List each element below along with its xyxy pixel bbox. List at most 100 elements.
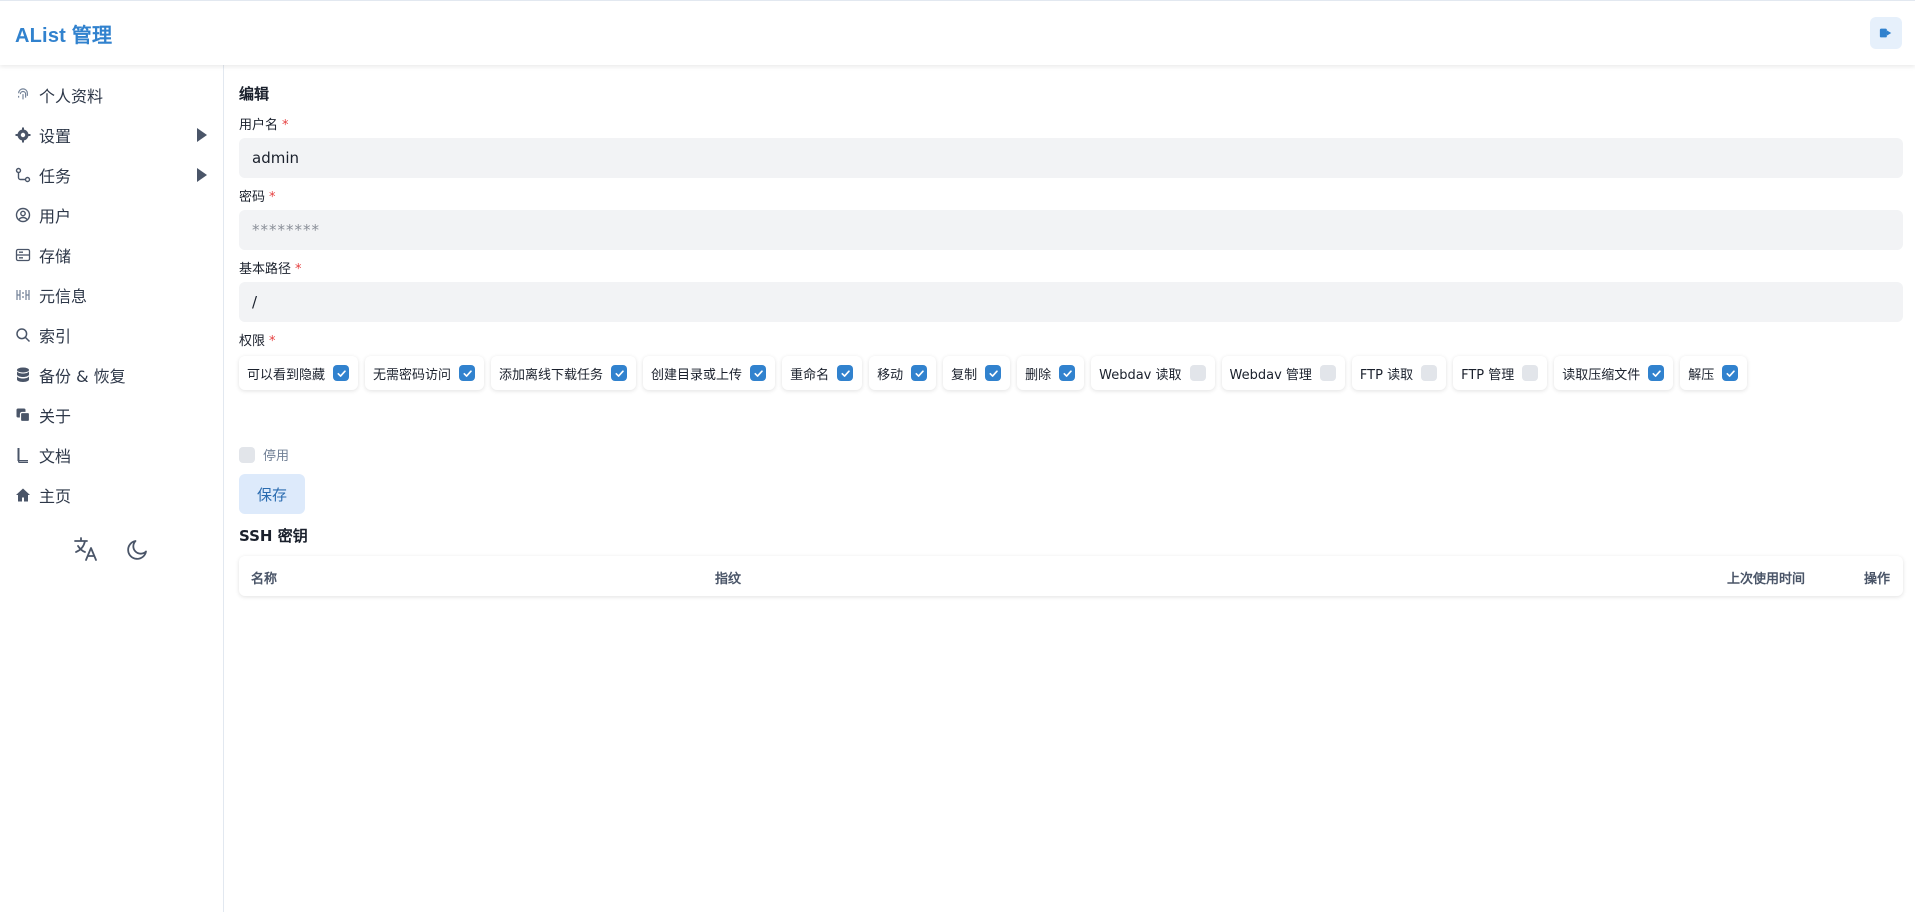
ssh-keys-table: 名称 指纹 上次使用时间 操作: [239, 556, 1903, 596]
disable-label: 停用: [263, 449, 290, 464]
permission-label: 移动: [877, 367, 904, 383]
app-header: AList 管理: [0, 0, 1915, 65]
permission-option[interactable]: 添加离线下载任务: [491, 356, 637, 390]
workflow-icon: [15, 167, 31, 183]
permission-option[interactable]: 移动: [869, 356, 937, 390]
page-title: 编辑: [239, 85, 270, 103]
check-icon: [462, 369, 472, 377]
permission-label: 无需密码访问: [373, 367, 452, 383]
required-mark: *: [269, 190, 276, 205]
password-label: 密码 *: [239, 186, 276, 205]
permission-option[interactable]: Webdav 读取: [1091, 356, 1215, 390]
language-button[interactable]: [70, 533, 102, 565]
required-mark: *: [282, 118, 289, 133]
sidebar-item-storage[interactable]: 存储: [0, 235, 223, 275]
permission-checkbox[interactable]: [333, 365, 350, 381]
permission-option[interactable]: Webdav 管理: [1221, 356, 1345, 390]
permission-checkbox[interactable]: [750, 365, 767, 381]
permission-label: 读取压缩文件: [1562, 367, 1641, 383]
disable-checkbox-row[interactable]: 停用: [239, 445, 289, 464]
disable-checkbox[interactable]: [239, 446, 255, 463]
sidebar-item-docs[interactable]: 文档: [0, 435, 223, 475]
sidebar-item-label: 关于: [39, 407, 72, 426]
permission-label: 复制: [951, 367, 978, 383]
required-mark: *: [269, 334, 276, 349]
required-mark: *: [295, 262, 302, 277]
permission-checkbox[interactable]: [1319, 365, 1336, 381]
permission-option[interactable]: 读取压缩文件: [1554, 356, 1674, 390]
base-path-label: 基本路径 *: [239, 258, 302, 277]
home-icon: [15, 487, 31, 503]
sidebar-item-label: 备份 & 恢复: [39, 367, 126, 386]
permission-checkbox[interactable]: [459, 365, 476, 381]
app-title[interactable]: AList 管理: [15, 19, 112, 48]
permission-option[interactable]: 创建目录或上传: [643, 356, 776, 390]
permission-checkbox[interactable]: [1648, 365, 1665, 381]
column-header-last-used: 上次使用时间: [1727, 572, 1806, 587]
permission-label: Webdav 读取: [1099, 367, 1182, 383]
sidebar-item-profile[interactable]: 个人资料: [0, 75, 223, 115]
base-path-label-text: 基本路径: [239, 262, 292, 277]
permission-option[interactable]: FTP 管理: [1453, 356, 1548, 390]
username-label: 用户名 *: [239, 114, 289, 133]
permission-checkbox[interactable]: [1421, 365, 1438, 381]
sidebar-item-users[interactable]: 用户: [0, 195, 223, 235]
permission-label: 删除: [1025, 367, 1052, 383]
permission-label: 重命名: [790, 367, 830, 383]
theme-toggle-button[interactable]: [122, 533, 154, 565]
sidebar-item-settings[interactable]: 设置: [0, 115, 223, 155]
permission-option[interactable]: 无需密码访问: [365, 356, 485, 390]
permission-checkbox[interactable]: [1722, 365, 1739, 381]
sidebar-item-tasks[interactable]: 任务: [0, 155, 223, 195]
permission-option[interactable]: 复制: [943, 356, 1011, 390]
permission-option[interactable]: 重命名: [782, 356, 863, 390]
sidebar-item-label: 设置: [39, 127, 72, 146]
permission-checkbox[interactable]: [985, 365, 1002, 381]
permission-option[interactable]: FTP 读取: [1351, 356, 1447, 390]
password-input[interactable]: [239, 210, 1903, 250]
check-icon: [841, 369, 850, 377]
permissions-label: 权限 *: [239, 330, 276, 349]
username-input[interactable]: [239, 138, 1903, 178]
fingerprint-icon: [15, 87, 31, 103]
logout-icon: [1879, 28, 1892, 38]
sidebar-item-label: 个人资料: [39, 87, 104, 106]
permission-checkbox[interactable]: [1522, 365, 1539, 381]
permissions-label-text: 权限: [239, 334, 266, 349]
sidebar-item-home[interactable]: 主页: [0, 475, 223, 515]
check-icon: [915, 369, 924, 377]
sidebar-item-label: 用户: [39, 207, 72, 226]
permission-option[interactable]: 可以看到隐藏: [239, 356, 359, 390]
permission-option[interactable]: 删除: [1017, 356, 1085, 390]
chevron-right-icon: [197, 128, 207, 142]
permission-label: FTP 读取: [1359, 367, 1414, 383]
sidebar-item-index[interactable]: 索引: [0, 315, 223, 355]
logout-button[interactable]: [1870, 17, 1902, 49]
base-path-input[interactable]: [239, 282, 1903, 322]
sidebar-item-backup-restore[interactable]: 备份 & 恢复: [0, 355, 223, 395]
sidebar-item-meta[interactable]: 元信息: [0, 275, 223, 315]
sidebar-item-label: 文档: [39, 447, 72, 466]
chevron-right-icon: [197, 168, 207, 182]
permission-label: Webdav 管理: [1229, 367, 1312, 383]
sidebar-item-about[interactable]: 关于: [0, 395, 223, 435]
ssh-keys-title: SSH 密钥: [239, 527, 308, 545]
permission-checkbox[interactable]: [837, 365, 854, 381]
save-button[interactable]: 保存: [239, 474, 305, 514]
check-icon: [615, 369, 624, 377]
sidebar-item-label: 存储: [39, 247, 72, 266]
permission-label: 解压: [1688, 367, 1715, 383]
user-circle-icon: [15, 207, 31, 223]
permission-label: FTP 管理: [1461, 367, 1515, 383]
check-icon: [989, 369, 998, 377]
sidebar-item-label: 主页: [39, 487, 72, 506]
check-icon: [336, 369, 346, 377]
permission-label: 添加离线下载任务: [499, 367, 604, 383]
permission-checkbox[interactable]: [1189, 365, 1206, 381]
permission-option[interactable]: 解压: [1680, 356, 1748, 390]
permission-checkbox[interactable]: [911, 365, 928, 381]
permission-checkbox[interactable]: [611, 365, 628, 381]
permission-checkbox[interactable]: [1059, 365, 1076, 381]
check-icon: [1652, 369, 1661, 377]
username-label-text: 用户名: [239, 118, 279, 133]
